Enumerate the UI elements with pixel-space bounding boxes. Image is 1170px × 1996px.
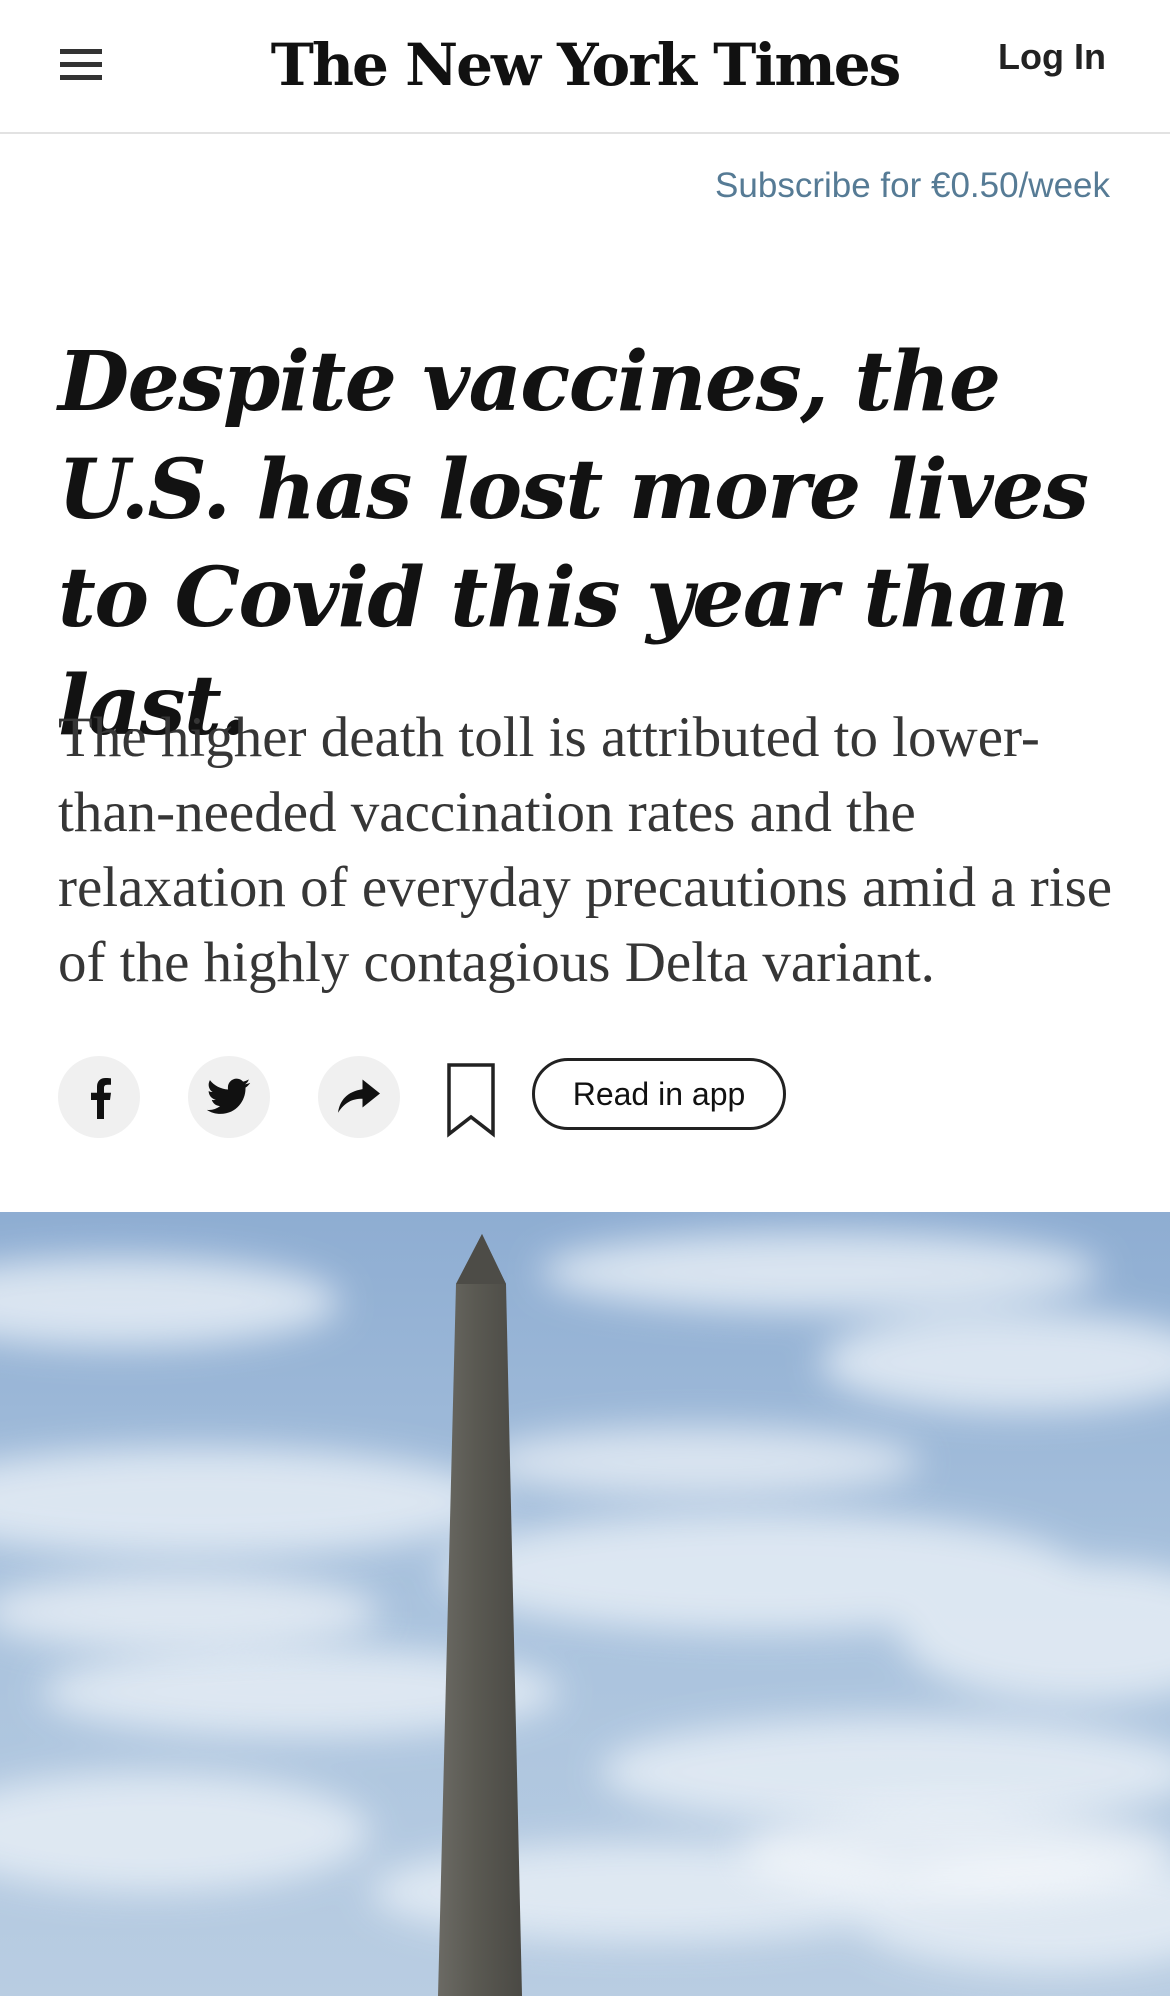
top-navigation-bar: The New York Times Log In	[0, 0, 1170, 134]
washington-monument-photo	[0, 1212, 1170, 1996]
hamburger-menu-icon[interactable]	[52, 42, 108, 86]
bookmark-button[interactable]	[446, 1062, 496, 1138]
login-button[interactable]: Log In	[998, 36, 1106, 78]
article-summary: The higher death toll is attributed to l…	[58, 706, 1113, 994]
masthead-logo[interactable]: The New York Times	[271, 20, 902, 110]
twitter-share-button[interactable]	[188, 1056, 270, 1138]
share-arrow-icon	[338, 1079, 380, 1113]
read-in-app-button[interactable]: Read in app	[532, 1058, 786, 1130]
bookmark-icon	[447, 1063, 495, 1138]
share-button[interactable]	[318, 1056, 400, 1138]
menu-line	[60, 61, 102, 67]
hero-image	[0, 1212, 1170, 1996]
facebook-share-button[interactable]	[58, 1056, 140, 1138]
article-headline: Despite vaccines, the U.S. has lost more…	[58, 334, 1089, 754]
menu-line	[60, 48, 102, 54]
share-toolbar: Read in app	[58, 1054, 1118, 1138]
facebook-icon	[91, 1078, 111, 1119]
menu-line	[60, 74, 102, 80]
twitter-icon	[207, 1078, 251, 1114]
subscribe-link[interactable]: Subscribe for €0.50/week	[715, 166, 1110, 206]
